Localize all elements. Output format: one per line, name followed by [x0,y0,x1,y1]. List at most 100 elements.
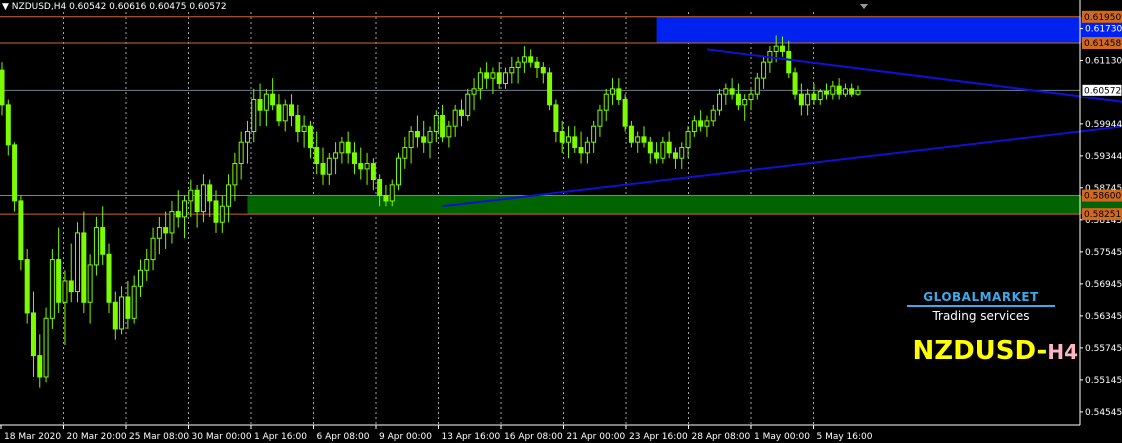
candle-body [805,93,811,106]
candle-body [326,157,332,175]
candle-body [106,253,112,303]
candle-body [18,200,24,261]
candle-body [842,88,848,95]
level-price-label: 0.58251 [1084,210,1121,220]
candle-body [188,189,194,202]
candle-body [723,88,729,95]
candle-body [207,184,213,202]
price-tick-label: 0.56945 [1085,280,1122,290]
candle-body [351,152,357,165]
candle-body [295,115,301,133]
candle-body [572,136,578,149]
candle-body [610,88,616,95]
symbol-watermark: NZDUSD-H4 [912,336,1078,366]
candle-body [824,91,830,95]
price-tick-label: 0.57545 [1085,248,1122,258]
candle-body [30,312,36,357]
candle-body [150,237,156,261]
price-tick-label: 0.54545 [1085,408,1122,418]
candle-body [194,189,200,213]
logo-name: GLOBALMARKET [923,290,1039,304]
candle-body [515,61,521,68]
candle-body [628,125,634,143]
candle-body [811,93,817,101]
candle-body [263,93,269,111]
candle-body [307,125,313,149]
price-tick-label: 0.61130 [1085,57,1122,67]
candle-body [289,104,295,117]
candle-body [553,104,559,133]
candle-body [0,69,5,106]
candle-body [320,163,326,175]
logo-tagline: Trading services [932,309,1030,323]
candle-body [238,141,244,165]
candle-body [465,93,471,117]
chart-background [0,0,1122,443]
candle-body [12,144,18,202]
candle-body [641,136,647,143]
time-tick-label: 13 Apr 16:00 [442,432,501,442]
time-tick-label: 20 Mar 20:00 [67,432,127,442]
price-tick-label: 0.55745 [1085,344,1122,354]
candle-body [62,280,68,303]
candle-body [169,211,175,234]
candle-body [691,120,697,133]
candle-body [408,131,414,149]
candle-body [484,72,490,79]
candle-body [156,227,162,239]
watermark-symbol: NZDUSD- [912,336,1048,366]
candle-body [333,152,339,159]
candle-body [547,72,553,106]
candle-body [779,45,785,52]
candle-body [389,184,395,202]
level-price-label: 0.61950 [1084,13,1121,23]
current-price-label: 0.60572 [1084,86,1121,96]
candle-body [131,285,137,319]
candle-body [182,200,188,218]
candle-body [654,152,660,159]
candle-body [685,131,691,149]
candle-body [112,301,118,330]
candle-body [540,66,546,74]
candle-body [49,259,55,319]
time-tick-label: 1 Apr 16:00 [254,432,307,442]
candle-body [427,131,433,143]
price-tick-label: 0.61730 [1085,25,1122,35]
time-tick-label: 16 Apr 08:00 [504,432,563,442]
logo-underline [907,305,1055,307]
level-price-label: 0.58600 [1084,192,1121,202]
chevron-down-icon[interactable]: ▼ [2,2,9,12]
candle-body [849,88,855,95]
candle-body [679,147,685,159]
candle-body [276,104,282,122]
price-tick-label: 0.56345 [1085,312,1122,322]
price-tick-label: 0.55145 [1085,376,1122,386]
price-chart[interactable]: 0.617300.611300.599440.593440.587450.581… [0,0,1122,443]
candle-body [314,147,320,165]
candle-body [710,109,716,122]
candle-body [125,296,131,319]
symbol-timeframe: NZDUSD,H4 [11,2,67,12]
candle-body [584,141,590,154]
candle-body [219,205,225,223]
candle-body [270,93,276,106]
candle-body [339,141,345,154]
candle-body [226,184,232,207]
candle-body [364,163,370,170]
candle-body [672,152,678,159]
ohlc-values: 0.60542 0.60616 0.60475 0.60572 [69,2,227,12]
candle-body [56,259,62,303]
time-tick-label: 5 May 16:00 [817,432,873,442]
candle-body [603,93,609,111]
candle-body [698,120,704,127]
candle-body [244,131,250,143]
time-tick-label: 6 Apr 08:00 [317,432,370,442]
candle-body [377,179,383,197]
candle-body [421,136,427,143]
time-tick-label: 1 May 00:00 [754,432,810,442]
watermark-timeframe: H4 [1047,340,1078,364]
candle-body [251,99,257,133]
candle-body [666,141,672,154]
candle-body [786,50,792,74]
candle-body [396,157,402,186]
